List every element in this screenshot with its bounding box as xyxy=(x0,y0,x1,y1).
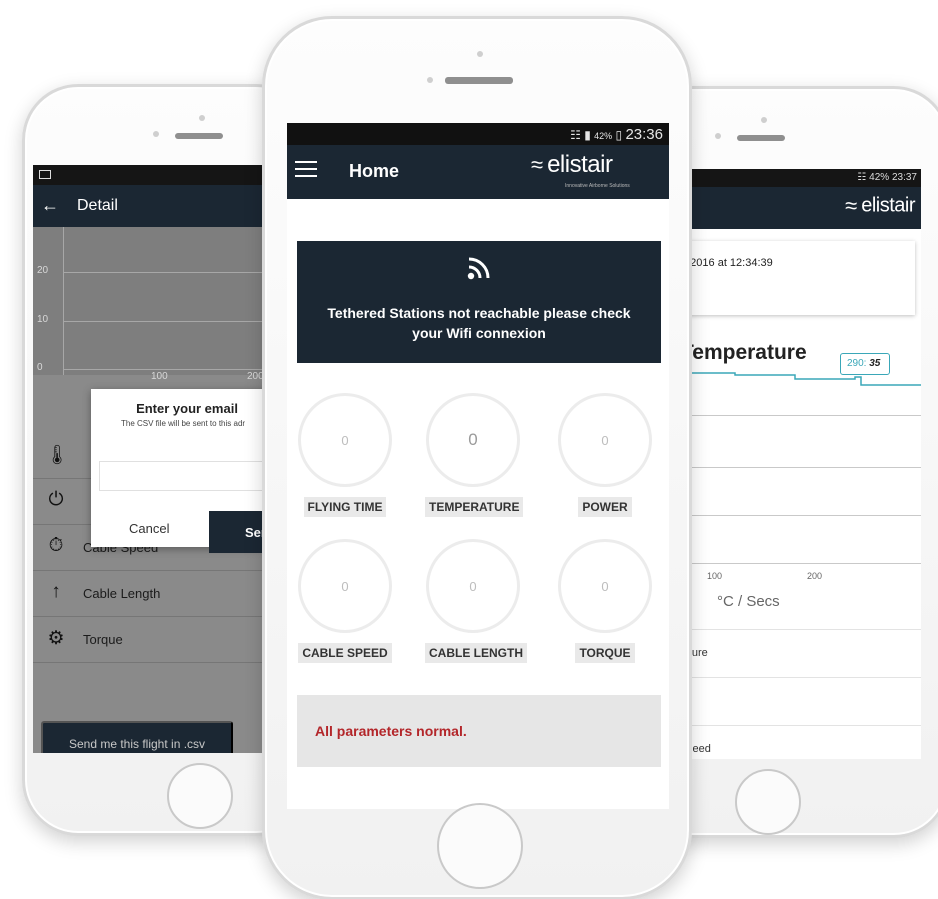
list-item[interactable]: rature xyxy=(675,629,921,677)
status-bar: ☷ 42% 23:37 xyxy=(675,169,921,187)
proximity-sensor xyxy=(761,117,767,123)
gauge-temperature[interactable]: 0 TEMPERATURE xyxy=(425,393,524,517)
gauge-value: 0 xyxy=(558,539,652,633)
front-camera xyxy=(427,77,433,83)
temperature-line xyxy=(675,372,921,386)
earpiece-speaker xyxy=(445,77,513,84)
gauge-torque[interactable]: 0 TORQUE xyxy=(557,539,653,663)
list-item-label: Torque xyxy=(83,632,123,647)
gauge-value: 0 xyxy=(426,393,520,487)
connection-alert: Tethered Stations not reachable please c… xyxy=(297,241,661,363)
home-button[interactable] xyxy=(167,763,233,829)
gauge-label: CABLE LENGTH xyxy=(425,643,527,663)
x-tick-label: 200 xyxy=(807,571,823,581)
list-item-label: Cable Length xyxy=(83,586,161,601)
right-screen: ☷ 42% 23:37 ≈ elistair 9/2016 at 12:34:39… xyxy=(675,169,921,759)
send-csv-button[interactable]: Send me this flight in .csv xyxy=(41,721,233,753)
gauge-label: CABLE SPEED xyxy=(298,643,392,663)
gauge-value: 0 xyxy=(298,393,392,487)
chart-unit: °C / Secs xyxy=(717,593,780,610)
earpiece-speaker xyxy=(737,135,785,141)
gauge-value: 0 xyxy=(426,539,520,633)
y-tick-label: 10 xyxy=(37,314,49,325)
chart-title: Temperature xyxy=(681,341,807,364)
center-screen: ☷ ▮ 42% ▯ 23:36 Home ≈ elistair Innovativ… xyxy=(287,123,669,809)
clock: 23:37 xyxy=(891,172,917,183)
gridline xyxy=(675,515,921,516)
front-camera xyxy=(715,133,721,139)
gauge-label: TEMPERATURE xyxy=(425,497,524,517)
gauge-value: 0 xyxy=(558,393,652,487)
home-button[interactable] xyxy=(437,803,523,889)
dialog-title: Enter your email xyxy=(136,401,238,416)
flight-date: 9/2016 at 12:34:39 xyxy=(681,257,773,269)
y-tick-label: 20 xyxy=(37,265,49,276)
home-button[interactable] xyxy=(735,769,801,835)
graph-y-axis xyxy=(63,227,64,375)
gridline xyxy=(675,467,921,468)
app-bar: Home ≈ elistair Innovative Airborne Solut… xyxy=(287,145,669,199)
status-message-panel: All parameters normal. xyxy=(297,695,661,767)
gauge-label: POWER xyxy=(578,497,632,517)
x-tick-label: 100 xyxy=(707,571,723,581)
front-camera xyxy=(153,131,159,137)
list-item[interactable]: Speed xyxy=(675,725,921,759)
clock: 23:36 xyxy=(625,126,663,143)
proximity-sensor xyxy=(199,115,205,121)
cancel-button[interactable]: Cancel xyxy=(129,521,169,536)
elistair-logo: ≈ elistair Innovative Airborne Solutions xyxy=(531,151,630,189)
stopwatch-icon: ⏱ xyxy=(48,535,64,556)
gauge-power[interactable]: 0 POWER xyxy=(557,393,653,517)
proximity-sensor xyxy=(477,51,483,57)
arrow-up-icon: ↑ xyxy=(51,581,61,602)
app-bar: ≈ elistair xyxy=(675,187,921,229)
battery-percent: 42% xyxy=(594,131,613,141)
arrow-left-icon[interactable]: ← xyxy=(41,195,59,216)
alert-message: Tethered Stations not reachable please c… xyxy=(327,305,631,341)
gauge-cable-speed[interactable]: 0 CABLE SPEED xyxy=(297,539,393,663)
page-title: Home xyxy=(349,161,400,181)
signal-icon: ▮ xyxy=(584,128,591,142)
elistair-logo-icon: ≈ xyxy=(845,193,858,218)
thermometer-icon: 🌡 xyxy=(45,445,70,466)
elistair-logo: ≈ elistair xyxy=(845,193,915,218)
gauge-label: TORQUE xyxy=(575,643,635,663)
gridline xyxy=(675,563,921,564)
page-title: Detail xyxy=(77,197,118,214)
gauge-flying-time[interactable]: 0 FLYING TIME xyxy=(297,393,393,517)
battery-icon: ▯ xyxy=(615,128,623,142)
y-tick-label: 0 xyxy=(37,362,43,373)
flight-card[interactable]: 9/2016 at 12:34:39 -T xyxy=(675,241,915,315)
hamburger-menu-icon[interactable] xyxy=(295,161,317,181)
gear-icon: ⚙ xyxy=(47,628,65,649)
battery-percent: 42% xyxy=(869,172,890,183)
wifi-icon xyxy=(297,253,661,288)
notification-icon xyxy=(39,170,51,179)
gauge-label: FLYING TIME xyxy=(303,497,387,517)
logo-tagline: Innovative Airborne Solutions xyxy=(565,183,630,189)
gauge-value: 0 xyxy=(298,539,392,633)
gridline xyxy=(675,415,921,416)
status-bar: ☷ ▮ 42% ▯ 23:36 xyxy=(287,123,669,145)
marketing-stage: ☷ ← Detail ≈ 20 10 0 100 200 🌡 xyxy=(0,0,938,899)
center-phone: ☷ ▮ 42% ▯ 23:36 Home ≈ elistair Innovativ… xyxy=(262,16,692,899)
power-icon: ⏻ xyxy=(48,489,64,510)
elistair-logo-icon: ≈ xyxy=(531,152,544,177)
status-message: All parameters normal. xyxy=(315,723,467,739)
x-tick-label: 100 xyxy=(151,371,168,382)
wifi-icon: ☷ xyxy=(570,128,581,142)
dialog-subtitle: The CSV file will be sent to this adr xyxy=(121,419,246,428)
list-item[interactable] xyxy=(675,677,921,725)
earpiece-speaker xyxy=(175,133,223,139)
gauge-cable-length[interactable]: 0 CABLE LENGTH xyxy=(425,539,527,663)
wifi-icon: ☷ xyxy=(857,172,867,183)
